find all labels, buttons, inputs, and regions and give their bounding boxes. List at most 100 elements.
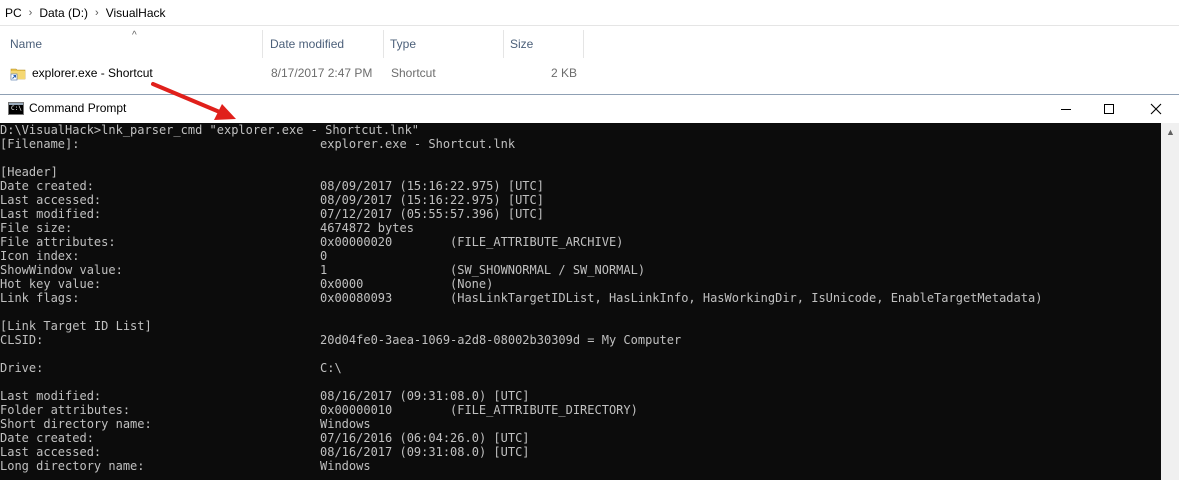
cmd-icon[interactable]: C:\ xyxy=(8,102,24,115)
console-line-value: explorer.exe - Shortcut.lnk xyxy=(320,137,516,151)
console-line-key: Long directory name: xyxy=(0,459,145,473)
file-type: Shortcut xyxy=(391,66,436,80)
console-line-value: 08/09/2017 (15:16:22.975) [UTC] xyxy=(320,193,544,207)
console-command-line: D:\VisualHack>lnk_parser_cmd "explorer.e… xyxy=(0,123,420,137)
breadcrumb-data-drive[interactable]: Data (D:) xyxy=(39,6,88,20)
console-line-flag: (HasLinkTargetIDList, HasLinkInfo, HasWo… xyxy=(450,291,1043,305)
console-line: Folder attributes: 0x00000010 (FILE_ATTRIB… xyxy=(0,403,1161,417)
console-line-key: Last modified: xyxy=(0,207,102,221)
file-row[interactable]: explorer.exe - Shortcut 8/17/2017 2:47 P… xyxy=(0,62,1179,84)
scroll-up-icon[interactable]: ▲ xyxy=(1166,127,1175,137)
file-size: 2 KB xyxy=(550,66,577,80)
console-line-key: [Filename]: xyxy=(0,137,80,151)
close-button[interactable] xyxy=(1133,95,1179,123)
breadcrumb-pc[interactable]: PC xyxy=(5,6,22,20)
console-line-value: 20d04fe0-3aea-1069-a2d8-08002b30309d = M… xyxy=(320,333,682,347)
maximize-button[interactable] xyxy=(1086,95,1132,123)
console-line-key: Date created: xyxy=(0,179,94,193)
close-icon xyxy=(1150,103,1162,115)
console-line-value: 0x00000020 xyxy=(320,235,393,249)
chevron-right-icon[interactable]: › xyxy=(29,7,33,19)
console-line-value: Windows xyxy=(320,417,371,431)
column-header-date-label: Date modified xyxy=(270,37,345,51)
console-line: Long directory name: Windows xyxy=(0,459,1161,473)
console-line: Last modified: 07/12/2017 (05:55:57.396) … xyxy=(0,207,1161,221)
console-line: [Link Target ID List] xyxy=(0,319,1161,333)
console-line: Link flags: 0x00080093 (HasLinkTargetIDLis… xyxy=(0,291,1161,305)
minimize-button[interactable] xyxy=(1043,95,1089,123)
console-line-value: 08/16/2017 (09:31:08.0) [UTC] xyxy=(320,389,530,403)
console-line-key: Last accessed: xyxy=(0,193,102,207)
console-line: Last modified: 08/16/2017 (09:31:08.0) [U… xyxy=(0,389,1161,403)
file-name[interactable]: explorer.exe - Shortcut xyxy=(32,62,153,84)
column-header-type[interactable]: Type xyxy=(384,30,504,58)
console-line-value: 08/09/2017 (15:16:22.975) [UTC] xyxy=(320,179,544,193)
console-line-value: C:\ xyxy=(320,361,342,375)
console-line-key: Short directory name: xyxy=(0,417,152,431)
console-line: CLSID: 20d04fe0-3aea-1069-a2d8-08002b3030… xyxy=(0,333,1161,347)
console-line-key: [Link Target ID List] xyxy=(0,319,152,333)
folder-shortcut-icon xyxy=(10,68,26,81)
console-line-value: 08/16/2017 (09:31:08.0) [UTC] xyxy=(320,445,530,459)
console-line: Last accessed: 08/09/2017 (15:16:22.975) … xyxy=(0,193,1161,207)
console-line-key: File size: xyxy=(0,221,73,235)
cmd-icon-text: C:\ xyxy=(11,105,22,112)
console-line-key: Hot key value: xyxy=(0,277,102,291)
column-header-size[interactable]: Size xyxy=(504,30,584,58)
column-header-size-label: Size xyxy=(510,37,534,51)
console-line-key: CLSID: xyxy=(0,333,44,347)
column-header-name[interactable]: ^ Name xyxy=(4,30,263,58)
console-line: [Filename]: explorer.exe - Shortcut.lnk xyxy=(0,137,1161,151)
cmd-window-title: Command Prompt xyxy=(29,101,127,115)
cmd-titlebar[interactable]: C:\ Command Prompt xyxy=(0,95,1179,123)
console-line-flag: (FILE_ATTRIBUTE_DIRECTORY) xyxy=(450,403,638,417)
console-line-value: 0 xyxy=(320,249,328,263)
command-prompt-window[interactable]: C:\ Command Prompt D:\VisualHack>lnk_par… xyxy=(0,94,1179,480)
console-line-flag: (FILE_ATTRIBUTE_ARCHIVE) xyxy=(450,235,624,249)
console-line-value: Windows xyxy=(320,459,371,473)
console-line-value: 0x0000 xyxy=(320,277,364,291)
console-line-key: Link flags: xyxy=(0,291,80,305)
console-line-key: Icon index: xyxy=(0,249,80,263)
console-line-value: 0x00000010 xyxy=(320,403,393,417)
console-line: Last accessed: 08/16/2017 (09:31:08.0) [U… xyxy=(0,445,1161,459)
column-header-name-label: Name xyxy=(10,37,43,51)
console-line-key: Last accessed: xyxy=(0,445,102,459)
console-line-value: 1 xyxy=(320,263,328,277)
console-line-key: ShowWindow value: xyxy=(0,263,123,277)
console-line-key: Last modified: xyxy=(0,389,102,403)
column-header-date-modified[interactable]: Date modified xyxy=(264,30,384,58)
console-line-flag: (SW_SHOWNORMAL / SW_NORMAL) xyxy=(450,263,646,277)
console-line: Date created: 08/09/2017 (15:16:22.975) [… xyxy=(0,179,1161,193)
console-line-key: Folder attributes: xyxy=(0,403,131,417)
file-date-modified: 8/17/2017 2:47 PM xyxy=(271,66,373,80)
maximize-icon xyxy=(1104,104,1114,114)
console-line: Short directory name: Windows xyxy=(0,417,1161,431)
minimize-icon xyxy=(1061,108,1071,110)
console-line-key: Date created: xyxy=(0,431,94,445)
breadcrumb: PC › Data (D:) › VisualHack xyxy=(0,0,1179,26)
console-line: File size: 4674872 bytes xyxy=(0,221,1161,235)
column-header-type-label: Type xyxy=(390,37,417,51)
console-line: Date created: 07/16/2016 (06:04:26.0) [UT… xyxy=(0,431,1161,445)
console-line-key: [Header] xyxy=(0,165,58,179)
console-line: Icon index: 0 xyxy=(0,249,1161,263)
console-line: Drive: C:\ xyxy=(0,361,1161,375)
console-line-flag: (None) xyxy=(450,277,494,291)
console-line-key: Drive: xyxy=(0,361,44,375)
console-line: File attributes: 0x00000020 (FILE_ATTRIBUT… xyxy=(0,235,1161,249)
sort-up-icon: ^ xyxy=(132,30,137,41)
breadcrumb-visualhack[interactable]: VisualHack xyxy=(106,6,166,20)
console-line: ShowWindow value: 1 (SW_SHOWNORMAL / SW_NO… xyxy=(0,263,1161,277)
chevron-right-icon[interactable]: › xyxy=(95,7,99,19)
column-headers: ^ Name Date modified Type Size xyxy=(0,30,1179,58)
console-output[interactable]: D:\VisualHack>lnk_parser_cmd "explorer.e… xyxy=(0,123,1161,480)
console-line: Hot key value: 0x0000 (None) xyxy=(0,277,1161,291)
console-line-value: 07/12/2017 (05:55:57.396) [UTC] xyxy=(320,207,544,221)
console-line-value: 07/16/2016 (06:04:26.0) [UTC] xyxy=(320,431,530,445)
vertical-scrollbar[interactable]: ▲ xyxy=(1161,123,1179,480)
